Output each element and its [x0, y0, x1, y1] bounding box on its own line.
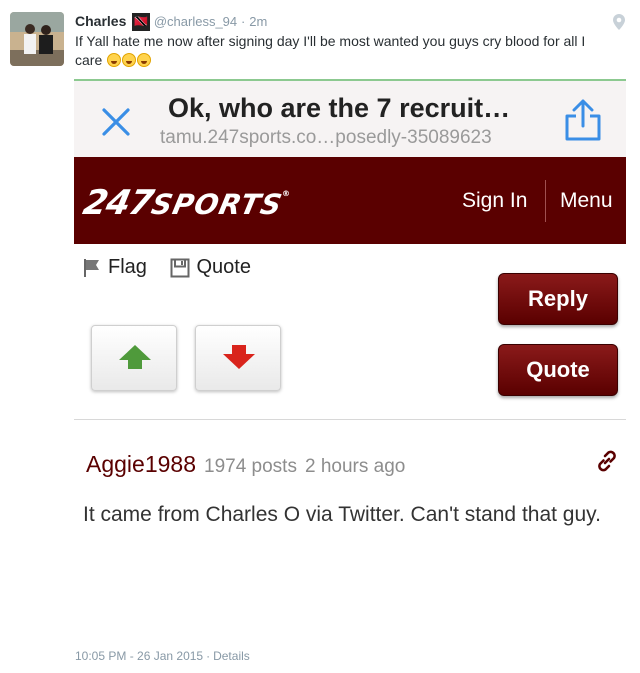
- tweet-time[interactable]: 2m: [249, 14, 267, 29]
- post-body: It came from Charles O via Twitter. Can'…: [83, 503, 601, 526]
- close-icon: [102, 108, 130, 136]
- tweet-timestamp[interactable]: 10:05 PM - 26 Jan 2015: [75, 649, 203, 663]
- author-handle[interactable]: @charless_94: [154, 14, 237, 29]
- tweet-header: Charles 🇹🇹 @charless_94 · 2m: [75, 12, 267, 31]
- footer-separator: ·: [206, 649, 211, 663]
- location-pin-icon: [613, 14, 625, 30]
- arrow-up-icon: [119, 345, 151, 369]
- logo-number: 247: [79, 183, 157, 223]
- separator-dot: ·: [241, 14, 246, 29]
- link-icon: [598, 450, 616, 472]
- post-meta: Aggie1988 1974 posts 2 hours ago: [86, 451, 405, 478]
- quote-button: Quote: [498, 344, 618, 396]
- details-link[interactable]: Details: [213, 649, 250, 663]
- logo-word: SPORTS: [148, 188, 286, 221]
- tweet-text-content: If Yall hate me now after signing day I'…: [75, 33, 586, 68]
- laughing-emoji-icon: [107, 53, 122, 67]
- browser-url: tamu.247sports.co…posedly-35089623: [160, 127, 492, 148]
- browser-url-bar: Ok, who are the 7 recruit… tamu.247sport…: [74, 81, 626, 157]
- menu-link: Menu: [560, 189, 613, 212]
- save-icon: [170, 258, 190, 277]
- arrow-down-icon: [223, 345, 255, 369]
- share-icon: [565, 99, 601, 141]
- post-count: 1974 posts: [204, 456, 297, 477]
- author-name[interactable]: Charles: [75, 13, 126, 29]
- flag-label: Flag: [108, 256, 147, 278]
- sign-in-link: Sign In: [462, 189, 528, 212]
- flag-link: Flag: [82, 256, 147, 279]
- upvote-button: [91, 325, 177, 391]
- header-divider: [545, 180, 546, 222]
- flag-emoji: 🇹🇹: [132, 13, 150, 31]
- quote-link-label: Quote: [196, 256, 251, 278]
- flag-icon: [84, 258, 99, 277]
- quote-link: Quote: [170, 256, 251, 279]
- laughing-emoji-icon: [122, 53, 137, 67]
- post-username: Aggie1988: [86, 451, 196, 477]
- avatar[interactable]: [10, 12, 64, 66]
- reply-button: Reply: [498, 273, 618, 325]
- post-actions: Flag Quote: [82, 256, 269, 284]
- divider: [74, 419, 626, 420]
- attached-image[interactable]: Ok, who are the 7 recruit… tamu.247sport…: [74, 79, 626, 624]
- laughing-emoji-icon: [137, 53, 152, 67]
- post-time: 2 hours ago: [304, 456, 406, 477]
- browser-page-title: Ok, who are the 7 recruit…: [168, 93, 511, 123]
- downvote-button: [195, 325, 281, 391]
- tweet-text: If Yall hate me now after signing day I'…: [75, 32, 615, 70]
- tweet-footer: 10:05 PM - 26 Jan 2015 · Details: [75, 649, 250, 663]
- site-logo: 247SPORTS®: [80, 183, 290, 223]
